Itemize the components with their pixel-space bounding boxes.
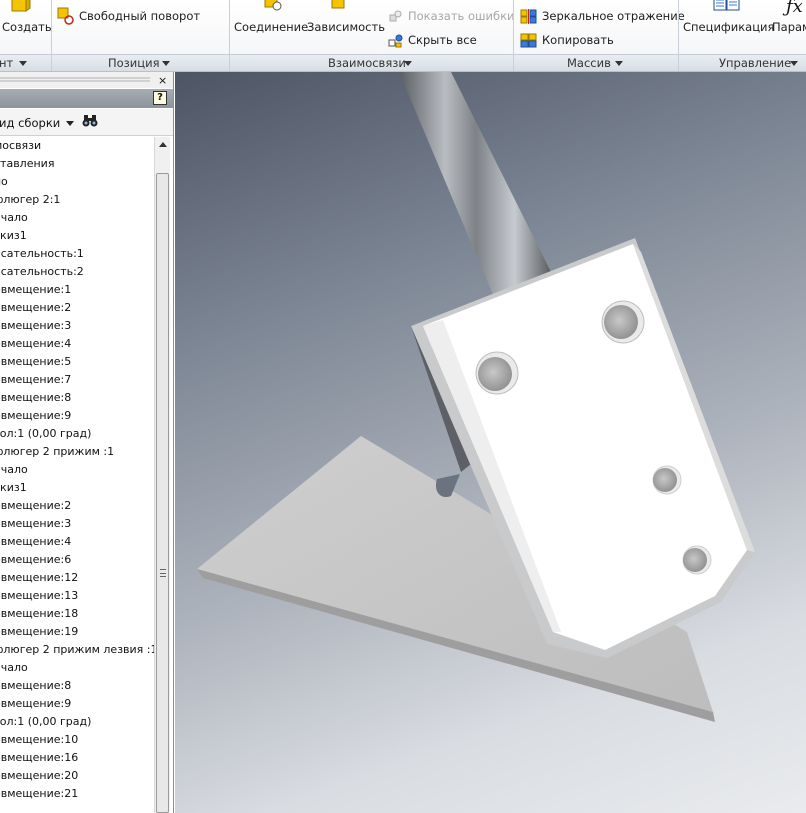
hide-all-button[interactable]: Скрыть все <box>408 33 477 47</box>
grip-lines <box>0 77 150 82</box>
chevron-down-icon[interactable] <box>615 61 623 66</box>
tree-node[interactable]: овмещение:20 <box>0 767 154 785</box>
create-component-icon[interactable] <box>10 0 32 17</box>
tree-node[interactable]: овмещение:19 <box>0 623 154 641</box>
browser-grip[interactable] <box>0 72 173 88</box>
panel-label-position: Позиция <box>108 56 160 70</box>
hide-all-icon[interactable] <box>388 33 404 52</box>
panel-label-pattern: Массив <box>567 56 611 70</box>
tree-node[interactable]: овмещение:4 <box>0 335 154 353</box>
tree-node[interactable]: овмещение:10 <box>0 731 154 749</box>
help-icon[interactable]: ? <box>153 91 167 105</box>
mirror-icon[interactable] <box>520 9 537 27</box>
tree-node[interactable]: овмещение:1 <box>0 281 154 299</box>
bom-button[interactable]: Спецификация <box>683 20 774 34</box>
copy-icon[interactable] <box>520 33 537 51</box>
tree-node[interactable]: овмещение:5 <box>0 353 154 371</box>
tree-node[interactable]: ачало <box>0 209 154 227</box>
joint-button[interactable]: Соединение <box>234 20 308 34</box>
tree-node[interactable]: овмещение:12 <box>0 569 154 587</box>
model-browser: × ? ид сборки мосвязиставлениялофлюгер 2… <box>0 72 174 813</box>
tree-node[interactable]: асательность:1 <box>0 245 154 263</box>
tree-node[interactable]: флюгер 2 прижим :1 <box>0 443 154 461</box>
tree-node[interactable]: овмещение:18 <box>0 605 154 623</box>
scroll-up-arrow-icon[interactable] <box>159 142 167 147</box>
bom-icon[interactable] <box>713 0 741 16</box>
tree-node[interactable]: флюгер 2:1 <box>0 191 154 209</box>
tree-node[interactable]: флюгер 2 прижим лезвия :1 <box>0 641 154 659</box>
show-errors-icon[interactable] <box>388 9 403 27</box>
panel-label-relationships: Взаимосвязи <box>328 56 406 70</box>
chevron-down-icon[interactable] <box>162 61 170 66</box>
chevron-down-icon[interactable] <box>790 61 798 66</box>
show-errors-button[interactable]: Показать ошибки <box>408 9 515 23</box>
ribbon: Создать Свободный поворот Соединение Зав… <box>0 0 806 72</box>
tree-node[interactable]: овмещение:3 <box>0 515 154 533</box>
tree-node[interactable]: овмещение:8 <box>0 389 154 407</box>
tree-node[interactable]: овмещение:16 <box>0 749 154 767</box>
parameters-fx-glyph: ƒx <box>786 0 803 17</box>
mirror-button[interactable]: Зеркальное отражение <box>542 9 685 23</box>
scrollbar-thumb[interactable] <box>156 173 169 813</box>
create-button[interactable]: Создать <box>2 20 52 34</box>
graphics-viewport[interactable] <box>175 72 806 813</box>
free-rotate-icon[interactable] <box>57 7 75 28</box>
tree-node[interactable]: овмещение:4 <box>0 533 154 551</box>
tree-node[interactable]: асательность:2 <box>0 263 154 281</box>
tree-node[interactable]: овмещение:21 <box>0 785 154 803</box>
free-rotate-button[interactable]: Свободный поворот <box>79 9 200 23</box>
tree-node[interactable]: скиз1 <box>0 479 154 497</box>
panel-label-component: нт <box>0 56 14 70</box>
tree-node[interactable]: скиз1 <box>0 227 154 245</box>
browser-scrollbar[interactable] <box>154 137 170 813</box>
binoculars-icon[interactable] <box>82 114 98 131</box>
tree-node[interactable]: овмещение:9 <box>0 695 154 713</box>
tree-node[interactable]: ачало <box>0 461 154 479</box>
tree-node[interactable]: гол:1 (0,00 град) <box>0 425 154 443</box>
close-icon[interactable]: × <box>158 74 167 87</box>
panel-label-manage: Управление <box>719 56 792 70</box>
browser-view-selector[interactable]: ид сборки <box>0 109 173 136</box>
chevron-down-icon[interactable] <box>404 61 412 66</box>
tree-node[interactable]: гол:1 (0,00 град) <box>0 713 154 731</box>
model-render <box>197 72 755 722</box>
tree-node[interactable]: мосвязи <box>0 137 154 155</box>
tree-node[interactable]: овмещение:3 <box>0 317 154 335</box>
tree-node[interactable]: ло <box>0 173 154 191</box>
browser-title-bar <box>0 89 173 108</box>
constraint-icon[interactable] <box>331 0 347 14</box>
tree-node[interactable]: овмещение:7 <box>0 371 154 389</box>
copy-button[interactable]: Копировать <box>542 33 614 47</box>
rod <box>399 72 553 304</box>
tree-node[interactable]: ачало <box>0 659 154 677</box>
parameters-button[interactable]: Парам <box>772 20 806 34</box>
scrollbar-grip-icon <box>160 569 166 577</box>
browser-view-label: ид сборки <box>0 116 61 130</box>
tree-node[interactable]: овмещение:13 <box>0 587 154 605</box>
browser-tree: мосвязиставлениялофлюгер 2:1ачалоскиз1ас… <box>0 137 154 813</box>
chevron-down-icon[interactable] <box>19 61 27 66</box>
tree-node[interactable]: овмещение:6 <box>0 551 154 569</box>
chevron-down-icon[interactable] <box>66 121 74 126</box>
tree-node[interactable]: овмещение:9 <box>0 407 154 425</box>
tree-node[interactable]: овмещение:2 <box>0 497 154 515</box>
parameters-icon[interactable]: ƒx <box>786 0 803 17</box>
joint-icon[interactable] <box>262 0 284 15</box>
tree-node[interactable]: овмещение:2 <box>0 299 154 317</box>
tree-node[interactable]: овмещение:8 <box>0 677 154 695</box>
constraint-button[interactable]: Зависимость <box>307 20 385 34</box>
tree-node[interactable]: ставления <box>0 155 154 173</box>
